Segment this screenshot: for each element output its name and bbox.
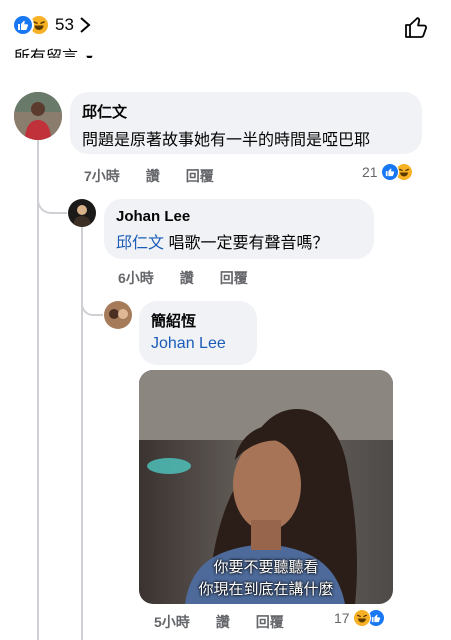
comment-time[interactable]: 6小時: [118, 268, 154, 288]
comment-actions: 6小時 讚 回覆: [118, 268, 274, 288]
like-reaction-icon: [380, 163, 399, 181]
comment-reactions[interactable]: 17: [334, 609, 385, 627]
avatar[interactable]: [104, 301, 132, 329]
caret-down-icon: ▼: [84, 53, 95, 58]
comment-time[interactable]: 7小時: [84, 166, 120, 186]
comment-bubble: 簡紹恆 Johan Lee: [139, 301, 257, 365]
like-reaction-icon: [12, 14, 34, 36]
thread-line-branch: [81, 298, 103, 316]
avatar[interactable]: [14, 92, 62, 140]
comment-bubble: 邱仁文 問題是原著故事她有一半的時間是啞巴耶: [70, 92, 422, 154]
avatar-photo: [68, 199, 96, 227]
mention-link[interactable]: Johan Lee: [151, 335, 245, 353]
chevron-right-icon: [80, 17, 91, 33]
comment-reaction-count: 21: [362, 164, 378, 180]
reaction-summary[interactable]: 53: [12, 14, 92, 36]
image-caption: 你要不要聽聽看: [213, 559, 319, 576]
comment-text-body: 唱歌一定要有聲音嗎？: [164, 235, 329, 252]
thread-line-branch: [37, 196, 67, 214]
thread-line: [81, 226, 83, 640]
like-button[interactable]: 讚: [180, 268, 194, 288]
image-caption: 你現在到底在講什麼: [198, 581, 334, 598]
comment-image[interactable]: 你要不要聽聽看 你現在到底在講什麼: [139, 370, 393, 604]
comment-text: 問題是原著故事她有一半的時間是啞巴耶: [82, 132, 371, 149]
avatar[interactable]: [68, 199, 96, 227]
comment-text: 邱仁文 唱歌一定要有聲音嗎？: [116, 229, 362, 253]
comment-author[interactable]: Johan Lee: [116, 208, 362, 225]
sort-label-text: 所有留言: [14, 49, 79, 58]
like-button[interactable]: 讚: [216, 612, 230, 632]
comment-bubble: Johan Lee 邱仁文 唱歌一定要有聲音嗎？: [104, 199, 374, 259]
comment-reactions[interactable]: 21: [362, 163, 413, 181]
like-button-icon[interactable]: [403, 14, 429, 40]
comment-author[interactable]: 邱仁文: [82, 101, 410, 122]
avatar-photo: [104, 301, 132, 329]
mention-link[interactable]: 邱仁文: [116, 235, 164, 252]
avatar-photo: [14, 92, 62, 140]
reaction-count: 53: [55, 15, 74, 34]
post-header-bar: 53 所有留言 ▼: [0, 0, 451, 58]
comment-actions: 5小時 讚 回覆: [154, 612, 310, 632]
reply-button[interactable]: 回覆: [256, 612, 284, 632]
comment-time[interactable]: 5小時: [154, 612, 190, 632]
haha-reaction-icon: [352, 609, 371, 627]
comment-author[interactable]: 簡紹恆: [151, 310, 245, 331]
thread-line: [37, 138, 39, 640]
like-button[interactable]: 讚: [146, 166, 160, 186]
reply-button[interactable]: 回覆: [220, 268, 248, 288]
comment-reaction-count: 17: [334, 610, 350, 626]
comment-sort-dropdown[interactable]: 所有留言 ▼: [14, 44, 95, 58]
comment-actions: 7小時 讚 回覆: [84, 166, 240, 186]
reply-button[interactable]: 回覆: [186, 166, 214, 186]
